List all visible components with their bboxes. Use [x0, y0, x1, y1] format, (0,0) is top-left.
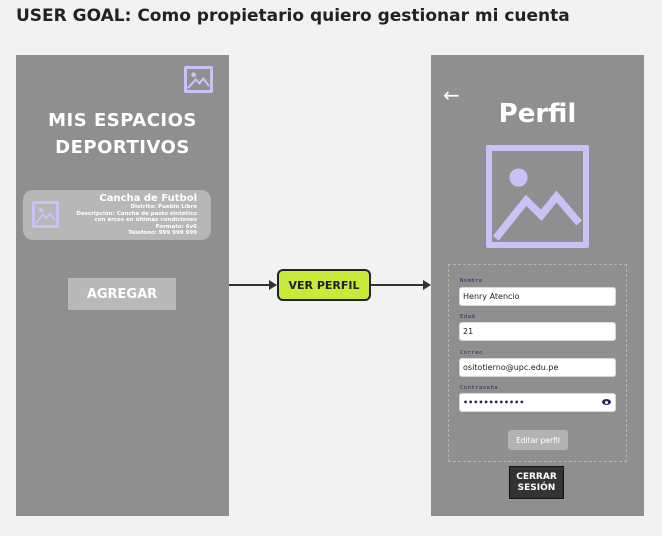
password-field[interactable]: •••••••••••• — [459, 393, 616, 412]
profile-image-icon — [486, 145, 589, 248]
card-details: Cancha de Futbol Distrito: Pueblo Libre … — [76, 193, 197, 237]
email-field[interactable]: ositotierno@upc.edu.pe — [459, 358, 616, 377]
page-title: MIS ESPACIOS DEPORTIVOS — [16, 107, 229, 161]
email-label: Correo — [460, 350, 483, 356]
eye-icon[interactable] — [602, 399, 611, 405]
profile-screen: ← Perfil Nombre Henry Atencio Edad 21 Co… — [431, 55, 644, 516]
card-description-cont: con arcos en óltimas condiciones — [94, 217, 197, 223]
view-profile-button[interactable]: VER PERFIL — [277, 269, 371, 301]
image-placeholder-icon — [184, 66, 213, 93]
card-image-icon — [32, 201, 59, 228]
card-phone: Telefono: 999 999 999 — [128, 230, 197, 236]
name-label: Nombre — [460, 278, 483, 284]
add-button[interactable]: AGREGAR — [68, 278, 176, 310]
profile-title: Perfil — [498, 99, 577, 129]
sports-space-card[interactable]: Cancha de Futbol Distrito: Pueblo Libre … — [23, 190, 211, 240]
flow-arrow-line-right — [371, 284, 423, 286]
page-title-line2: DEPORTIVOS — [55, 137, 190, 158]
age-label: Edad — [460, 314, 476, 320]
password-value: •••••••••••• — [463, 398, 525, 407]
flow-arrow-head-left — [269, 280, 277, 290]
page-title-line1: MIS ESPACIOS — [48, 110, 197, 131]
flow-arrow-head-right — [423, 280, 431, 290]
logout-button[interactable]: CERRAR SESIÓN — [509, 466, 564, 499]
age-field[interactable]: 21 — [459, 322, 616, 341]
flow-arrow-line-left — [229, 284, 269, 286]
name-field[interactable]: Henry Atencio — [459, 287, 616, 306]
card-title: Cancha de Futbol — [99, 193, 197, 204]
home-screen: MIS ESPACIOS DEPORTIVOS Cancha de Futbol… — [16, 55, 229, 516]
profile-form: Nombre Henry Atencio Edad 21 Correo osit… — [448, 264, 627, 462]
password-label: Contraseña — [460, 385, 499, 391]
user-goal-title: USER GOAL: Como propietario quiero gesti… — [16, 6, 570, 26]
edit-profile-button[interactable]: Editar perfil — [508, 430, 568, 450]
